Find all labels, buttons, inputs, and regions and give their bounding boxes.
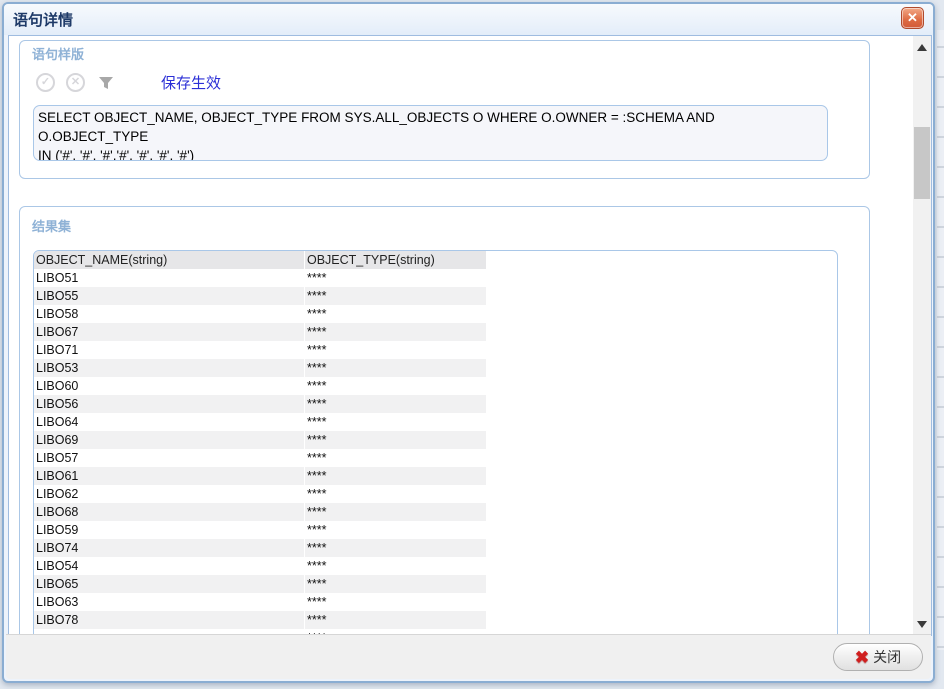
cell-object-type: **** [305, 503, 487, 521]
table-row[interactable]: LIBO71**** [34, 341, 837, 359]
cell-object-name: LIBO63 [34, 593, 305, 611]
table-row[interactable]: LIBO56**** [34, 395, 837, 413]
save-effective-link[interactable]: 保存生效 [161, 72, 221, 93]
table-header-row: OBJECT_NAME(string) OBJECT_TYPE(string) [34, 251, 837, 269]
apply-check-icon[interactable]: ✓ [36, 73, 55, 92]
cell-object-type: **** [305, 575, 487, 593]
cell-object-name: LIBO78 [34, 611, 305, 629]
table-row[interactable]: LIBO68**** [34, 503, 837, 521]
close-button-label: 关闭 [873, 647, 901, 667]
filter-funnel-icon[interactable] [98, 75, 114, 91]
table-row[interactable]: LIBO55**** [34, 287, 837, 305]
column-header-object-name[interactable]: OBJECT_NAME(string) [34, 251, 305, 269]
dialog-content-panel: 语句样版 ✓ ✕ 保存生效 SELECT OBJECT_NAME, OBJECT… [8, 35, 932, 636]
dialog-titlebar: 语句详情 ✕ [4, 4, 933, 35]
background-page-artifacts [937, 30, 944, 650]
dialog-title: 语句详情 [13, 9, 73, 30]
scroll-viewport: 语句样版 ✓ ✕ 保存生效 SELECT OBJECT_NAME, OBJECT… [9, 36, 913, 635]
table-row[interactable]: LIBO69**** [34, 431, 837, 449]
dialog-close-icon[interactable]: ✕ [901, 7, 924, 29]
cell-object-type: **** [305, 611, 487, 629]
cell-object-name: LIBO67 [34, 323, 305, 341]
cell-object-name: LIBO61 [34, 467, 305, 485]
cell-object-name: LIBO71 [34, 341, 305, 359]
cell-object-name: LIBO51 [34, 269, 305, 287]
cell-object-type: **** [305, 521, 487, 539]
table-body: LIBO51****LIBO55****LIBO58****LIBO67****… [34, 269, 837, 635]
cell-object-name: LIBO55 [34, 287, 305, 305]
table-row[interactable]: LIBO74**** [34, 539, 837, 557]
table-row[interactable]: LIBO65**** [34, 575, 837, 593]
result-table: OBJECT_NAME(string) OBJECT_TYPE(string) … [33, 250, 838, 635]
statement-detail-dialog: 语句详情 ✕ 语句样版 ✓ ✕ 保存生效 SELECT OBJECT_NAME,… [2, 2, 935, 683]
statement-template-legend: 语句样版 [29, 44, 87, 63]
down-arrow-icon [917, 621, 927, 628]
table-row[interactable]: LIBO57**** [34, 449, 837, 467]
cell-object-type: **** [305, 413, 487, 431]
scroll-down-button[interactable] [913, 616, 931, 632]
close-button[interactable]: ✖ 关闭 [833, 643, 923, 671]
cell-object-name: LIBO57 [34, 449, 305, 467]
cancel-cross-icon[interactable]: ✕ [66, 73, 85, 92]
table-row[interactable]: LIBO62**** [34, 485, 837, 503]
cell-object-name: LIBO56 [34, 395, 305, 413]
cell-object-name: LIBO64 [34, 413, 305, 431]
column-header-object-type[interactable]: OBJECT_TYPE(string) [305, 251, 487, 269]
cell-object-type: **** [305, 449, 487, 467]
close-x-icon: ✖ [855, 649, 869, 666]
cell-object-name: LIBO60 [34, 377, 305, 395]
table-row[interactable]: LIBO61**** [34, 467, 837, 485]
cell-object-type: **** [305, 539, 487, 557]
cell-object-name: LIBO54 [34, 557, 305, 575]
table-row[interactable]: LIBO67**** [34, 323, 837, 341]
table-row[interactable]: LIBO59**** [34, 521, 837, 539]
cell-object-type: **** [305, 593, 487, 611]
page-background: 语句详情 ✕ 语句样版 ✓ ✕ 保存生效 SELECT OBJECT_NAME,… [0, 0, 944, 689]
statement-template-fieldset: 语句样版 ✓ ✕ 保存生效 SELECT OBJECT_NAME, OBJECT… [19, 40, 870, 179]
result-set-fieldset: 结果集 OBJECT_NAME(string) OBJECT_TYPE(stri… [19, 206, 870, 635]
table-row[interactable]: LIBO53**** [34, 359, 837, 377]
scrollbar-thumb[interactable] [914, 127, 930, 199]
cell-object-type: **** [305, 305, 487, 323]
cell-object-type: **** [305, 287, 487, 305]
result-set-legend: 结果集 [29, 216, 74, 235]
cell-object-name: LIBO53 [34, 359, 305, 377]
cell-object-type: **** [305, 395, 487, 413]
cell-object-name: LIBO74 [34, 539, 305, 557]
cell-object-type: **** [305, 341, 487, 359]
up-arrow-icon [917, 44, 927, 51]
cell-object-type: **** [305, 269, 487, 287]
table-row[interactable]: LIBO60**** [34, 377, 837, 395]
cell-object-type: **** [305, 323, 487, 341]
cell-object-name: LIBO58 [34, 305, 305, 323]
scroll-up-button[interactable] [913, 39, 931, 55]
dialog-footer: ✖ 关闭 [6, 634, 931, 679]
cell-object-name: LIBO59 [34, 521, 305, 539]
cell-object-name: LIBO65 [34, 575, 305, 593]
table-row[interactable]: LIBO64**** [34, 413, 837, 431]
cell-object-type: **** [305, 359, 487, 377]
cell-object-type: **** [305, 431, 487, 449]
cell-object-type: **** [305, 485, 487, 503]
table-row[interactable]: LIBO63**** [34, 593, 837, 611]
table-row[interactable]: LIBO78**** [34, 611, 837, 629]
cell-object-type: **** [305, 557, 487, 575]
vertical-scrollbar[interactable] [913, 36, 931, 635]
table-row[interactable]: LIBO58**** [34, 305, 837, 323]
cell-object-type: **** [305, 377, 487, 395]
cell-object-type: **** [305, 467, 487, 485]
cell-object-name: LIBO62 [34, 485, 305, 503]
table-row[interactable]: LIBO51**** [34, 269, 837, 287]
cell-object-name: LIBO68 [34, 503, 305, 521]
cell-object-name: LIBO69 [34, 431, 305, 449]
sql-template-textarea[interactable]: SELECT OBJECT_NAME, OBJECT_TYPE FROM SYS… [33, 105, 828, 161]
table-row[interactable]: LIBO54**** [34, 557, 837, 575]
